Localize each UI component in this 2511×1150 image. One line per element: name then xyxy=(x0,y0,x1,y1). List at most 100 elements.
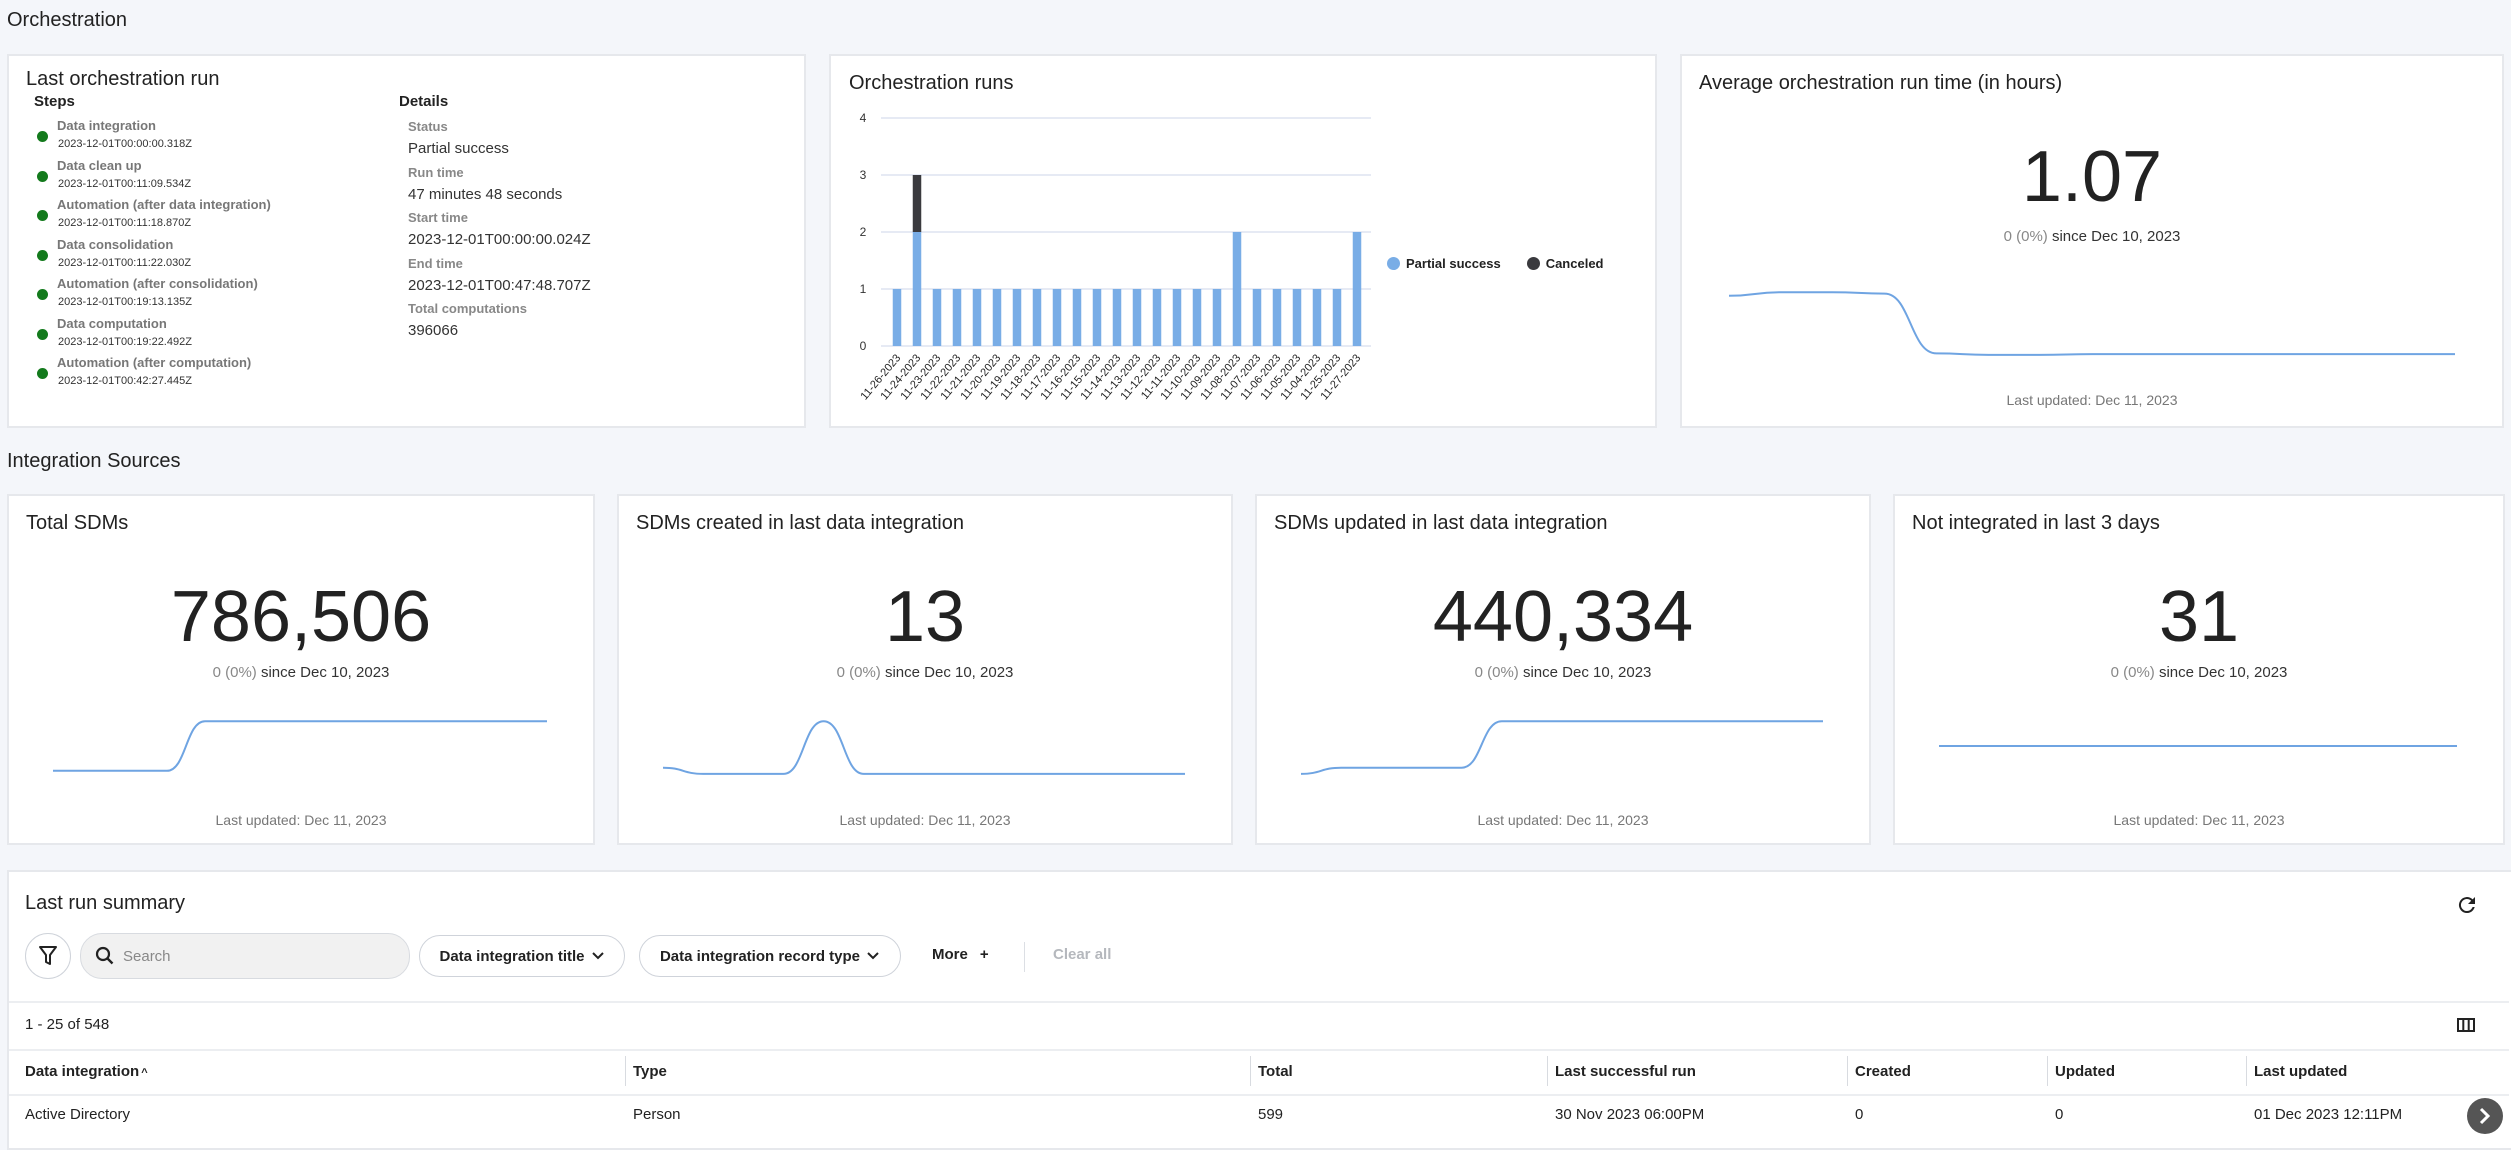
kpi-delta: 0 (0%) since Dec 10, 2023 xyxy=(1257,664,1869,681)
pagination-text: 1 - 25 of 548 xyxy=(25,1016,110,1033)
chart-title: Orchestration runs xyxy=(849,72,1014,94)
status-success-icon xyxy=(37,249,48,261)
bar-partial-success[interactable] xyxy=(1192,289,1202,346)
column-header[interactable]: Updated xyxy=(2055,1063,2115,1080)
detail-value: 47 minutes 48 seconds xyxy=(408,185,563,203)
clear-all-button[interactable]: Clear all xyxy=(1053,946,1111,963)
status-success-icon xyxy=(37,170,48,182)
column-header[interactable]: Total xyxy=(1258,1063,1293,1080)
bar-partial-success[interactable] xyxy=(1172,289,1182,346)
kpi-delta: 0 (0%) since Dec 10, 2023 xyxy=(619,664,1231,681)
detail-value: 2023-12-01T00:47:48.707Z xyxy=(408,276,591,294)
y-tick-label: 4 xyxy=(860,111,867,125)
bar-partial-success[interactable] xyxy=(1232,232,1242,346)
detail-label: End time xyxy=(408,255,463,271)
card-title: SDMs updated in last data integration xyxy=(1274,512,1608,534)
card-title: Not integrated in last 3 days xyxy=(1912,512,2160,534)
column-header[interactable]: Type xyxy=(633,1063,667,1080)
column-resize-handle[interactable] xyxy=(625,1056,626,1086)
column-resize-handle[interactable] xyxy=(2246,1056,2247,1086)
bar-partial-success[interactable] xyxy=(1292,289,1302,346)
filter-button[interactable] xyxy=(25,933,71,979)
column-header[interactable]: Data integration ^ xyxy=(25,1063,148,1080)
kpi-value: 31 xyxy=(2158,577,2240,657)
step-name: Automation (after data integration) xyxy=(57,197,271,212)
step-name: Automation (after computation) xyxy=(57,355,252,370)
more-label: More xyxy=(932,946,968,963)
bar-partial-success[interactable] xyxy=(1312,289,1322,346)
column-header[interactable]: Created xyxy=(1855,1063,1911,1080)
sort-ascending-icon: ^ xyxy=(141,1067,148,1079)
refresh-button[interactable] xyxy=(2455,893,2481,919)
column-settings-button[interactable] xyxy=(2457,1018,2475,1037)
table-cell: 0 xyxy=(1855,1106,1864,1123)
bar-partial-success[interactable] xyxy=(952,289,962,346)
y-tick-label: 2 xyxy=(860,225,867,239)
bar-partial-success[interactable] xyxy=(1032,289,1042,346)
delta-value: 0 (0%) xyxy=(2110,664,2155,681)
kpi-delta: 0 (0%) since Dec 10, 2023 xyxy=(1682,228,2502,245)
bar-partial-success[interactable] xyxy=(1112,289,1122,346)
bar-partial-success[interactable] xyxy=(1072,289,1082,346)
filter-data-integration-title[interactable]: Data integration title xyxy=(419,935,625,977)
bar-partial-success[interactable] xyxy=(972,289,982,346)
column-header[interactable]: Last updated xyxy=(2254,1063,2347,1080)
trend-sparkline xyxy=(1939,745,2457,747)
last-orchestration-run-card: Last orchestration run Steps Data integr… xyxy=(7,54,806,428)
bar-partial-success[interactable] xyxy=(912,232,922,346)
bar-partial-success[interactable] xyxy=(1352,232,1362,346)
table-cell: Person xyxy=(633,1106,681,1123)
bar-partial-success[interactable] xyxy=(1012,289,1022,346)
filter-label: Data integration title xyxy=(439,947,585,965)
delta-value: 0 (0%) xyxy=(2003,228,2048,245)
detail-label: Total computations xyxy=(408,301,527,316)
filter-data-integration-record-type[interactable]: Data integration record type xyxy=(639,935,901,977)
more-filters-button[interactable]: More + xyxy=(932,946,989,963)
column-resize-handle[interactable] xyxy=(1250,1056,1251,1086)
avg-run-time-card: Average orchestration run time (in hours… xyxy=(1680,54,2504,428)
detail-value: 396066 xyxy=(408,322,459,339)
bar-partial-success[interactable] xyxy=(1332,289,1342,346)
bar-partial-success[interactable] xyxy=(1272,289,1282,346)
bar-partial-success[interactable] xyxy=(1092,289,1102,346)
bar-partial-success[interactable] xyxy=(992,289,1002,346)
kpi-value: 440,334 xyxy=(1432,577,1694,657)
step-time: 2023-12-01T00:19:22.492Z xyxy=(58,335,192,348)
kpi-value: 786,506 xyxy=(170,577,432,657)
bar-partial-success[interactable] xyxy=(932,289,942,346)
legend-item[interactable]: Canceled xyxy=(1526,256,1604,271)
next-button[interactable] xyxy=(2467,1098,2503,1134)
kpi-value: 13 xyxy=(884,577,966,657)
legend-label: Canceled xyxy=(1545,256,1604,271)
table-cell: Active Directory xyxy=(25,1106,131,1123)
card-title: SDMs created in last data integration xyxy=(636,512,964,534)
bar-partial-success[interactable] xyxy=(892,289,902,346)
legend-item[interactable]: Partial success xyxy=(1387,256,1501,271)
status-success-icon xyxy=(37,368,48,379)
column-resize-handle[interactable] xyxy=(2047,1056,2048,1086)
delta-value: 0 (0%) xyxy=(836,664,881,681)
bar-canceled[interactable] xyxy=(912,175,922,232)
search-input[interactable] xyxy=(123,947,373,965)
plus-icon: + xyxy=(979,946,989,963)
step-name: Data computation xyxy=(57,315,167,331)
bar-partial-success[interactable] xyxy=(1152,289,1162,346)
column-resize-handle[interactable] xyxy=(1547,1056,1548,1086)
bar-partial-success[interactable] xyxy=(1212,289,1222,346)
card-title: Last orchestration run xyxy=(26,68,220,90)
columns-icon xyxy=(2457,1018,2475,1032)
orchestration-runs-card: Orchestration runs 0 1 2 3 4 11-26-2023 11-24-… xyxy=(829,54,1657,428)
table-cell: 30 Nov 2023 06:00PM xyxy=(1555,1106,1705,1123)
column-header[interactable]: Last successful run xyxy=(1555,1063,1696,1080)
search-field[interactable] xyxy=(80,933,410,979)
column-resize-handle[interactable] xyxy=(1847,1056,1848,1086)
bar-partial-success[interactable] xyxy=(1252,289,1262,346)
bar-partial-success[interactable] xyxy=(1052,289,1062,346)
step-name: Data consolidation xyxy=(57,236,174,252)
delta-value: 0 (0%) xyxy=(1474,664,1519,681)
details-heading: Details xyxy=(399,93,449,110)
bar-partial-success[interactable] xyxy=(1132,289,1142,346)
search-icon xyxy=(95,946,114,965)
delta-since: since Dec 10, 2023 xyxy=(260,664,390,681)
step-time: 2023-12-01T00:42:27.445Z xyxy=(58,375,192,387)
